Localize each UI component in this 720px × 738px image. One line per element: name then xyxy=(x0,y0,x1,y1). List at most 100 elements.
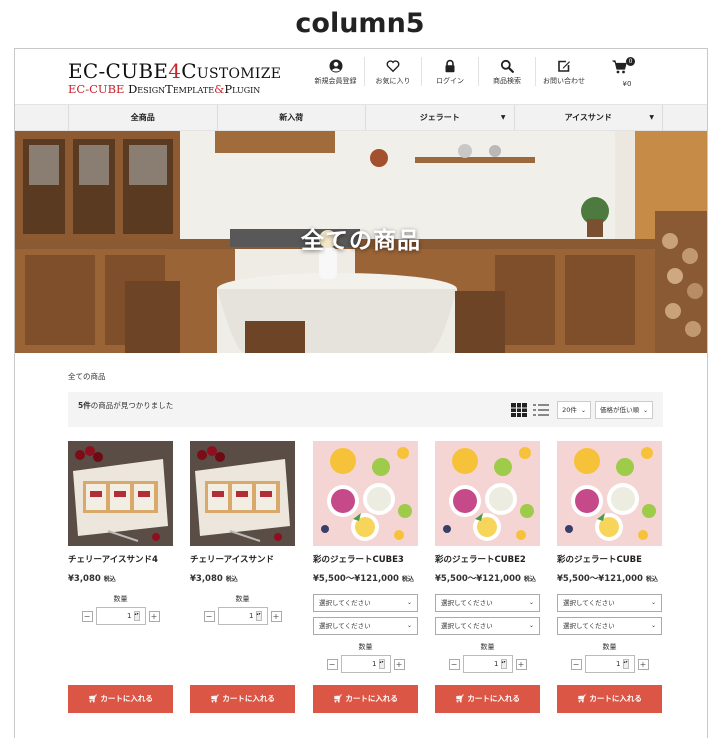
gelato-photo xyxy=(313,441,418,546)
product-name[interactable]: 彩のジェラートCUBE xyxy=(557,553,662,565)
logo-main: EC-CUBE4Customize xyxy=(68,59,282,83)
cart-icon: 🛒︎ xyxy=(88,694,98,703)
list-toolbar: 5件の商品が見つかりました 20件 ⌄ 価格が低い順 ⌄ xyxy=(68,392,663,427)
quantity-label: 数量 xyxy=(602,643,617,651)
product-card: 彩のジェラートCUBE ¥5,500～¥121,000 税込 選択してください ⌄… xyxy=(557,441,662,673)
heart-icon xyxy=(386,60,400,73)
quantity-input[interactable]: 1 ▴▾ xyxy=(340,655,391,673)
chevron-down-icon: ⌄ xyxy=(406,599,412,606)
site-header: EC-CUBE4Customize EC-CUBE DesignTemplate… xyxy=(15,49,707,104)
cart-count-badge: 0 xyxy=(626,57,635,66)
breadcrumb[interactable]: 全ての商品 xyxy=(68,371,106,382)
product-price: ¥5,500～¥121,000 税込 xyxy=(435,574,536,584)
product-image[interactable] xyxy=(435,441,540,546)
gelato-photo xyxy=(435,441,540,546)
gnav-item-ice-sandwich[interactable]: アイスサンド ▼ xyxy=(515,105,663,130)
product-name[interactable]: チェリーアイスサンド xyxy=(190,553,295,565)
product-card: チェリーアイスサンド4 ¥3,080 税込 数量 − 1 ▴▾ + xyxy=(68,441,173,625)
quantity-input[interactable]: 1 ▴▾ xyxy=(95,607,146,625)
spinner-icon[interactable]: ▴▾ xyxy=(622,659,629,669)
cart-icon: 🛒︎ xyxy=(577,694,587,703)
option-select[interactable]: 選択してください ⌄ xyxy=(557,617,662,635)
add-to-cart-button[interactable]: 🛒︎ カートに入れる xyxy=(557,685,662,713)
increment-button[interactable]: + xyxy=(393,658,405,670)
product-name[interactable]: 彩のジェラートCUBE2 xyxy=(435,553,540,565)
add-to-cart-button[interactable]: 🛒︎ カートに入れる xyxy=(68,685,173,713)
quantity-input[interactable]: 1 ▴▾ xyxy=(584,655,635,673)
header-nav-label: ログイン xyxy=(436,77,464,85)
gnav-item-all[interactable]: 全商品 xyxy=(69,105,218,130)
increment-button[interactable]: + xyxy=(637,658,649,670)
header-nav-label: 商品検索 xyxy=(493,77,521,85)
product-price: ¥3,080 税込 xyxy=(68,574,116,584)
decrement-button[interactable]: − xyxy=(326,658,338,670)
quantity-label: 数量 xyxy=(480,643,495,651)
quantity-stepper: − 1 ▴▾ + xyxy=(190,607,295,625)
header-nav-label: お気に入り xyxy=(375,77,411,85)
spinner-icon[interactable]: ▴▾ xyxy=(255,611,262,621)
increment-button[interactable]: + xyxy=(515,658,527,670)
quantity-stepper: − 1 ▴▾ + xyxy=(68,607,173,625)
option-select[interactable]: 選択してください ⌄ xyxy=(557,594,662,612)
header-nav: 新規会員登録 お気に入り ログイン 商品検索 お問い合わせ xyxy=(307,57,592,86)
logo-sub: EC-CUBE DesignTemplate&Plugin xyxy=(68,82,261,96)
decrement-button[interactable]: − xyxy=(448,658,460,670)
header-nav-favorite[interactable]: お気に入り xyxy=(364,57,421,86)
cart-icon: 🛒︎ xyxy=(210,694,220,703)
chevron-down-icon: ⌄ xyxy=(406,622,412,629)
spinner-icon[interactable]: ▴▾ xyxy=(133,611,140,621)
header-nav-search[interactable]: 商品検索 xyxy=(478,57,535,86)
header-nav-contact[interactable]: お問い合わせ xyxy=(535,57,592,86)
header-nav-login[interactable]: ログイン xyxy=(421,57,478,86)
quantity-stepper: − 1 ▴▾ + xyxy=(313,655,418,673)
spinner-icon[interactable]: ▴▾ xyxy=(378,659,385,669)
product-name[interactable]: 彩のジェラートCUBE3 xyxy=(313,553,418,565)
caret-down-icon: ▼ xyxy=(649,114,654,121)
quantity-input[interactable]: 1 ▴▾ xyxy=(217,607,268,625)
header-nav-label: お問い合わせ xyxy=(543,77,585,85)
quantity-stepper: − 1 ▴▾ + xyxy=(435,655,540,673)
search-icon xyxy=(500,59,514,73)
user-icon xyxy=(329,59,342,73)
product-image[interactable] xyxy=(190,441,295,546)
product-image[interactable] xyxy=(313,441,418,546)
lock-icon xyxy=(445,59,455,73)
quantity-label: 数量 xyxy=(235,595,250,603)
header-nav-register[interactable]: 新規会員登録 xyxy=(307,57,364,86)
increment-button[interactable]: + xyxy=(270,610,282,622)
gelato-photo xyxy=(557,441,662,546)
list-view-icon[interactable] xyxy=(533,403,550,417)
gnav-item-gelato[interactable]: ジェラート ▼ xyxy=(366,105,515,130)
option-select[interactable]: 選択してください ⌄ xyxy=(435,617,540,635)
product-image[interactable] xyxy=(557,441,662,546)
spinner-icon[interactable]: ▴▾ xyxy=(500,659,507,669)
decrement-button[interactable]: − xyxy=(203,610,215,622)
sort-select[interactable]: 価格が低い順 ⌄ xyxy=(594,401,653,419)
chevron-down-icon: ⌄ xyxy=(580,407,586,414)
quantity-input[interactable]: 1 ▴▾ xyxy=(462,655,513,673)
header-cart[interactable]: 0 ¥0 xyxy=(612,57,642,88)
option-select[interactable]: 選択してください ⌄ xyxy=(313,617,418,635)
option-select[interactable]: 選択してください ⌄ xyxy=(313,594,418,612)
decrement-button[interactable]: − xyxy=(570,658,582,670)
hero-title: 全ての商品 xyxy=(301,228,421,254)
product-name[interactable]: チェリーアイスサンド4 xyxy=(68,553,173,565)
increment-button[interactable]: + xyxy=(148,610,160,622)
chevron-down-icon: ⌄ xyxy=(528,599,534,606)
product-price: ¥5,500～¥121,000 税込 xyxy=(557,574,658,584)
gnav-item-new[interactable]: 新入荷 xyxy=(218,105,366,130)
grid-view-icon[interactable] xyxy=(511,403,528,417)
product-image[interactable] xyxy=(68,441,173,546)
product-card: チェリーアイスサンド ¥3,080 税込 数量 − 1 ▴▾ + xyxy=(190,441,295,625)
add-to-cart-button[interactable]: 🛒︎ カートに入れる xyxy=(435,685,540,713)
add-to-cart-button[interactable]: 🛒︎ カートに入れる xyxy=(313,685,418,713)
edit-icon xyxy=(558,60,570,72)
option-select[interactable]: 選択してください ⌄ xyxy=(435,594,540,612)
per-page-select[interactable]: 20件 ⌄ xyxy=(557,401,591,419)
chevron-down-icon: ⌄ xyxy=(650,622,656,629)
add-to-cart-button[interactable]: 🛒︎ カートに入れる xyxy=(190,685,295,713)
product-price: ¥3,080 税込 xyxy=(190,574,238,584)
site-logo[interactable]: EC-CUBE4Customize EC-CUBE DesignTemplate… xyxy=(68,61,281,96)
global-nav: 全商品 新入荷 ジェラート ▼ アイスサンド ▼ xyxy=(15,104,707,131)
decrement-button[interactable]: − xyxy=(81,610,93,622)
